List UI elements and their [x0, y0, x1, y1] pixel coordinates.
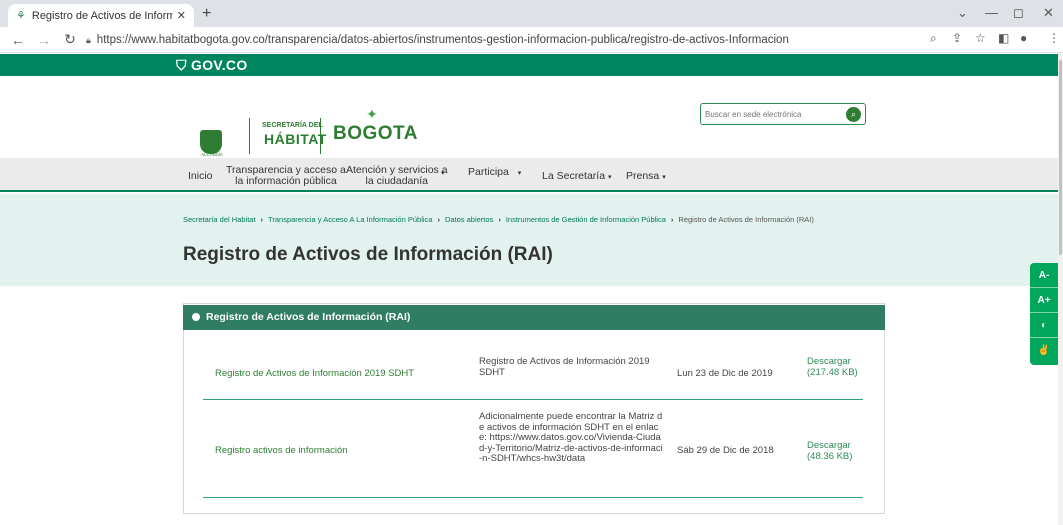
chevron-down-icon: ▾ — [607, 174, 612, 181]
zoom-icon[interactable]: ⌕ — [930, 31, 937, 46]
header-divider — [249, 118, 250, 154]
govco-shield-icon: ⛉ — [176, 57, 187, 73]
scrollbar-thumb[interactable] — [1059, 60, 1062, 255]
panel-header[interactable]: Registro de Activos de Información (RAI) — [183, 305, 885, 330]
search-input[interactable] — [705, 107, 835, 122]
tab-close-icon[interactable]: ✕ — [177, 9, 186, 22]
url-text: https://www.habitatbogota.gov.co/transpa… — [96, 34, 789, 46]
browser-tab[interactable]: ⚘ Registro de Activos de Informació ✕ — [8, 4, 194, 27]
download-link[interactable]: Descargar (48.36 KB) — [807, 440, 867, 462]
tab-search-icon[interactable]: ⌄ — [957, 5, 968, 21]
main-menu — [0, 158, 1058, 192]
menu-participa[interactable]: Participa ▾ — [468, 167, 521, 179]
breadcrumb-current: Registro de Activos de Información (RAI) — [678, 215, 814, 224]
search-icon[interactable]: ⌕ — [846, 107, 861, 122]
contrast-icon[interactable]: ◐ — [1030, 313, 1058, 338]
chevron-right-icon: › — [498, 215, 501, 224]
menu-kebab-icon[interactable]: ⋮ — [1048, 31, 1060, 45]
breadcrumb-link[interactable]: Transparencia y Acceso A La Información … — [268, 215, 432, 224]
secretaria-label: SECRETARÍA DEL — [262, 122, 323, 129]
govco-bar: ⛉ GOV.CO — [0, 54, 1058, 76]
sidepanel-icon[interactable]: ◧ — [998, 31, 1009, 45]
minimize-button[interactable]: — — [985, 5, 998, 20]
bookmark-star-icon[interactable]: ☆ — [975, 31, 986, 45]
profile-icon[interactable]: ● — [1020, 31, 1027, 45]
asset-date: Lun 23 de Dic de 2019 — [677, 368, 773, 379]
title-band — [0, 194, 1058, 286]
menu-prensa[interactable]: Prensa ▾ — [626, 171, 666, 183]
address-bar[interactable]: 🔒︎ https://www.habitatbogota.gov.co/tran… — [86, 30, 916, 50]
menu-transparencia[interactable]: Transparencia y acceso a la información p… — [226, 165, 346, 187]
accessibility-toolbar: A- A+ ◐ ✌ — [1030, 263, 1058, 365]
breadcrumb-link[interactable]: Instrumentos de Gestión de Información P… — [506, 215, 666, 224]
menu-atencion[interactable]: Atención y servicios a la ciudadanía — [346, 165, 448, 187]
share-icon[interactable]: ⇪ — [952, 31, 962, 45]
download-link[interactable]: Descargar (217.48 KB) — [807, 356, 859, 378]
chevron-down-icon: ▾ — [517, 170, 522, 177]
asset-name-link[interactable]: Registro de Activos de Información 2019 … — [215, 368, 455, 380]
header-divider — [320, 118, 321, 154]
chevron-right-icon: › — [260, 215, 264, 224]
font-decrease-button[interactable]: A- — [1030, 263, 1058, 288]
sign-language-icon[interactable]: ✌ — [1030, 338, 1058, 363]
site-search: ⌕ — [700, 103, 866, 125]
bullet-icon — [192, 313, 200, 321]
site-header — [0, 76, 1058, 158]
chevron-down-icon: ▾ — [441, 170, 445, 177]
reload-icon[interactable]: ↻ — [62, 31, 78, 48]
maximize-button[interactable]: ◻ — [1013, 5, 1024, 21]
menu-secretaria[interactable]: La Secretaría ▾ — [542, 171, 611, 183]
asset-description: Registro de Activos de Información 2019 … — [479, 356, 650, 378]
site-favicon-icon: ⚘ — [16, 10, 26, 22]
chevron-down-icon: ▾ — [662, 174, 666, 181]
page-title: Registro de Activos de Información (RAI) — [183, 244, 553, 265]
breadcrumb-link[interactable]: Secretaría del Habitat — [183, 215, 256, 224]
menu-inicio[interactable]: Inicio — [188, 171, 213, 182]
page-scrollbar[interactable] — [1058, 54, 1063, 525]
chevron-right-icon: › — [670, 215, 674, 224]
breadcrumb-link[interactable]: Datos abiertos — [445, 215, 493, 224]
browser-toolbar: ← → ↻ 🔒︎ https://www.habitatbogota.gov.c… — [0, 27, 1063, 53]
asset-description: Adicionalmente puede encontrar la Matriz… — [479, 411, 663, 464]
bogota-star-icon: ✦ — [366, 106, 378, 122]
habitat-logo[interactable]: HÁBITAT — [264, 131, 327, 147]
panel-header-label: Registro de Activos de Información (RAI) — [206, 311, 411, 323]
breadcrumb: Secretaría del Habitat › Transparencia y A… — [183, 215, 814, 224]
lock-icon: 🔒︎ — [86, 34, 91, 45]
new-tab-button[interactable]: + — [202, 5, 211, 23]
forward-icon[interactable]: → — [36, 32, 52, 48]
back-icon[interactable]: ← — [10, 32, 26, 48]
bogota-logo[interactable]: BOGOTA — [333, 123, 418, 145]
browser-tabstrip: ⚘ Registro de Activos de Informació ✕ + … — [0, 0, 1063, 27]
chevron-right-icon: › — [437, 215, 440, 224]
bogota-crest-icon — [200, 130, 222, 154]
tab-title: Registro de Activos de Informació — [31, 9, 173, 22]
govco-logo[interactable]: ⛉ GOV.CO — [176, 57, 248, 74]
asset-name-link[interactable]: Registro activos de información — [215, 445, 455, 457]
asset-date: Sáb 29 de Dic de 2018 — [677, 445, 774, 456]
font-increase-button[interactable]: A+ — [1030, 288, 1058, 313]
close-window-button[interactable]: ✕ — [1043, 5, 1054, 21]
